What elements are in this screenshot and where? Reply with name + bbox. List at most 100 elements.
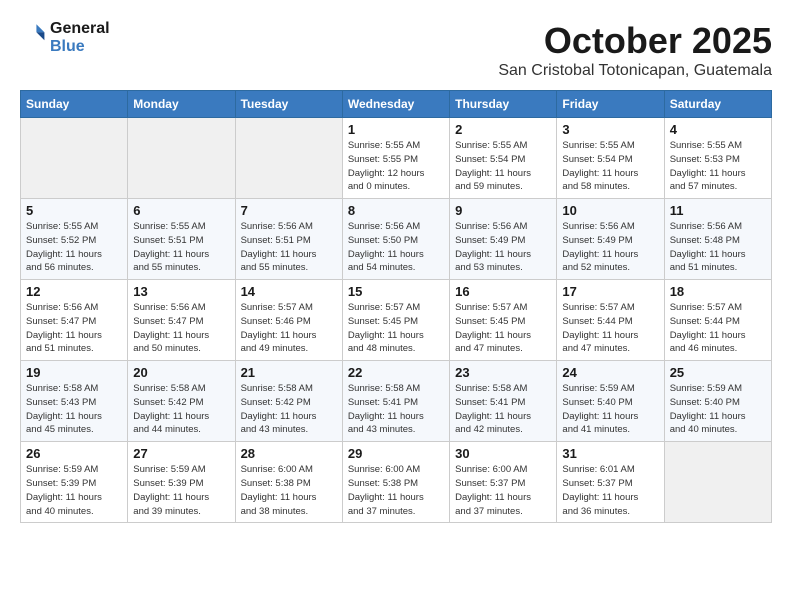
calendar-cell: 20 Sunrise: 5:58 AM Sunset: 5:42 PM Dayli… — [128, 361, 235, 442]
weekday-header-row: SundayMondayTuesdayWednesdayThursdayFrid… — [21, 91, 772, 118]
calendar-week-row: 1 Sunrise: 5:55 AM Sunset: 5:55 PM Daylig… — [21, 118, 772, 199]
day-info: Sunrise: 5:55 AM Sunset: 5:54 PM Dayligh… — [562, 139, 658, 194]
weekday-header-tuesday: Tuesday — [235, 91, 342, 118]
calendar-cell: 29Sunrise: 6:00 AM Sunset: 5:38 PM Dayli… — [342, 442, 449, 523]
day-number: 13 — [133, 284, 229, 299]
day-number: 28 — [241, 446, 337, 461]
day-number: 11 — [670, 203, 766, 218]
calendar-cell: 6 Sunrise: 5:55 AM Sunset: 5:51 PM Daylig… — [128, 199, 235, 280]
logo-line2: Blue — [50, 38, 110, 56]
calendar-cell: 30 Sunrise: 6:00 AM Sunset: 5:37 PM Dayli… — [450, 442, 557, 523]
weekday-header-wednesday: Wednesday — [342, 91, 449, 118]
day-number: 10 — [562, 203, 658, 218]
day-number: 17 — [562, 284, 658, 299]
day-number: 8 — [348, 203, 444, 218]
day-info: Sunrise: 5:59 AM Sunset: 5:39 PM Dayligh… — [26, 463, 122, 518]
calendar-cell: 23Sunrise: 5:58 AM Sunset: 5:41 PM Dayli… — [450, 361, 557, 442]
day-number: 24 — [562, 365, 658, 380]
day-info: Sunrise: 5:59 AM Sunset: 5:40 PM Dayligh… — [562, 382, 658, 437]
calendar-cell: 14 Sunrise: 5:57 AM Sunset: 5:46 PM Dayli… — [235, 280, 342, 361]
day-info: Sunrise: 5:57 AM Sunset: 5:45 PM Dayligh… — [348, 301, 444, 356]
day-number: 5 — [26, 203, 122, 218]
calendar-cell: 2Sunrise: 5:55 AM Sunset: 5:54 PM Daylig… — [450, 118, 557, 199]
day-info: Sunrise: 5:57 AM Sunset: 5:45 PM Dayligh… — [455, 301, 551, 356]
calendar-cell: 22 Sunrise: 5:58 AM Sunset: 5:41 PM Dayli… — [342, 361, 449, 442]
day-info: Sunrise: 5:58 AM Sunset: 5:41 PM Dayligh… — [455, 382, 551, 437]
calendar-cell: 15 Sunrise: 5:57 AM Sunset: 5:45 PM Dayli… — [342, 280, 449, 361]
day-number: 12 — [26, 284, 122, 299]
day-number: 27 — [133, 446, 229, 461]
calendar-cell: 3 Sunrise: 5:55 AM Sunset: 5:54 PM Daylig… — [557, 118, 664, 199]
day-info: Sunrise: 5:55 AM Sunset: 5:54 PM Dayligh… — [455, 139, 551, 194]
calendar-cell: 10 Sunrise: 5:56 AM Sunset: 5:49 PM Dayli… — [557, 199, 664, 280]
calendar-cell — [235, 118, 342, 199]
calendar-cell: 16 Sunrise: 5:57 AM Sunset: 5:45 PM Dayli… — [450, 280, 557, 361]
calendar-cell: 4 Sunrise: 5:55 AM Sunset: 5:53 PM Daylig… — [664, 118, 771, 199]
title-block: October 2025 San Cristobal Totonicapan, … — [498, 20, 772, 80]
calendar-cell: 19 Sunrise: 5:58 AM Sunset: 5:43 PM Dayli… — [21, 361, 128, 442]
day-info: Sunrise: 5:56 AM Sunset: 5:49 PM Dayligh… — [455, 220, 551, 275]
day-number: 29 — [348, 446, 444, 461]
day-number: 30 — [455, 446, 551, 461]
weekday-header-thursday: Thursday — [450, 91, 557, 118]
day-info: Sunrise: 5:58 AM Sunset: 5:41 PM Dayligh… — [348, 382, 444, 437]
calendar-cell: 1 Sunrise: 5:55 AM Sunset: 5:55 PM Daylig… — [342, 118, 449, 199]
day-number: 4 — [670, 122, 766, 137]
day-info: Sunrise: 5:56 AM Sunset: 5:47 PM Dayligh… — [26, 301, 122, 356]
day-info: Sunrise: 5:56 AM Sunset: 5:51 PM Dayligh… — [241, 220, 337, 275]
logo-icon — [22, 21, 46, 45]
calendar-table: SundayMondayTuesdayWednesdayThursdayFrid… — [20, 90, 772, 523]
month-year-title: October 2025 — [498, 20, 772, 62]
day-number: 15 — [348, 284, 444, 299]
day-number: 25 — [670, 365, 766, 380]
day-number: 6 — [133, 203, 229, 218]
calendar-cell: 9 Sunrise: 5:56 AM Sunset: 5:49 PM Daylig… — [450, 199, 557, 280]
calendar-cell — [128, 118, 235, 199]
day-info: Sunrise: 5:55 AM Sunset: 5:55 PM Dayligh… — [348, 139, 444, 194]
day-info: Sunrise: 5:56 AM Sunset: 5:50 PM Dayligh… — [348, 220, 444, 275]
day-info: Sunrise: 5:55 AM Sunset: 5:52 PM Dayligh… — [26, 220, 122, 275]
day-number: 16 — [455, 284, 551, 299]
calendar-cell: 27 Sunrise: 5:59 AM Sunset: 5:39 PM Dayli… — [128, 442, 235, 523]
day-number: 31 — [562, 446, 658, 461]
day-info: Sunrise: 6:00 AM Sunset: 5:38 PM Dayligh… — [241, 463, 337, 518]
day-info: Sunrise: 5:58 AM Sunset: 5:42 PM Dayligh… — [241, 382, 337, 437]
day-info: Sunrise: 5:56 AM Sunset: 5:48 PM Dayligh… — [670, 220, 766, 275]
calendar-cell: 17 Sunrise: 5:57 AM Sunset: 5:44 PM Dayli… — [557, 280, 664, 361]
logo: General Blue — [20, 20, 110, 55]
day-info: Sunrise: 5:58 AM Sunset: 5:42 PM Dayligh… — [133, 382, 229, 437]
calendar-week-row: 19 Sunrise: 5:58 AM Sunset: 5:43 PM Dayli… — [21, 361, 772, 442]
location-subtitle: San Cristobal Totonicapan, Guatemala — [498, 62, 772, 80]
day-info: Sunrise: 5:59 AM Sunset: 5:39 PM Dayligh… — [133, 463, 229, 518]
weekday-header-sunday: Sunday — [21, 91, 128, 118]
day-number: 7 — [241, 203, 337, 218]
day-number: 22 — [348, 365, 444, 380]
day-number: 19 — [26, 365, 122, 380]
day-info: Sunrise: 5:55 AM Sunset: 5:51 PM Dayligh… — [133, 220, 229, 275]
logo-line1: General — [50, 20, 110, 38]
day-info: Sunrise: 6:01 AM Sunset: 5:37 PM Dayligh… — [562, 463, 658, 518]
day-info: Sunrise: 5:57 AM Sunset: 5:46 PM Dayligh… — [241, 301, 337, 356]
day-number: 18 — [670, 284, 766, 299]
day-number: 20 — [133, 365, 229, 380]
day-info: Sunrise: 5:56 AM Sunset: 5:49 PM Dayligh… — [562, 220, 658, 275]
day-info: Sunrise: 5:57 AM Sunset: 5:44 PM Dayligh… — [562, 301, 658, 356]
calendar-cell: 18Sunrise: 5:57 AM Sunset: 5:44 PM Dayli… — [664, 280, 771, 361]
day-number: 1 — [348, 122, 444, 137]
weekday-header-monday: Monday — [128, 91, 235, 118]
page-header: General Blue October 2025 San Cristobal … — [20, 20, 772, 80]
calendar-cell: 28 Sunrise: 6:00 AM Sunset: 5:38 PM Dayli… — [235, 442, 342, 523]
calendar-week-row: 26 Sunrise: 5:59 AM Sunset: 5:39 PM Dayli… — [21, 442, 772, 523]
day-info: Sunrise: 5:55 AM Sunset: 5:53 PM Dayligh… — [670, 139, 766, 194]
calendar-cell: 11 Sunrise: 5:56 AM Sunset: 5:48 PM Dayli… — [664, 199, 771, 280]
calendar-cell: 26 Sunrise: 5:59 AM Sunset: 5:39 PM Dayli… — [21, 442, 128, 523]
day-number: 9 — [455, 203, 551, 218]
day-info: Sunrise: 6:00 AM Sunset: 5:37 PM Dayligh… — [455, 463, 551, 518]
day-info: Sunrise: 5:58 AM Sunset: 5:43 PM Dayligh… — [26, 382, 122, 437]
calendar-cell — [21, 118, 128, 199]
day-number: 14 — [241, 284, 337, 299]
calendar-cell: 7 Sunrise: 5:56 AM Sunset: 5:51 PM Daylig… — [235, 199, 342, 280]
calendar-cell: 24 Sunrise: 5:59 AM Sunset: 5:40 PM Dayli… — [557, 361, 664, 442]
day-number: 26 — [26, 446, 122, 461]
day-number: 3 — [562, 122, 658, 137]
